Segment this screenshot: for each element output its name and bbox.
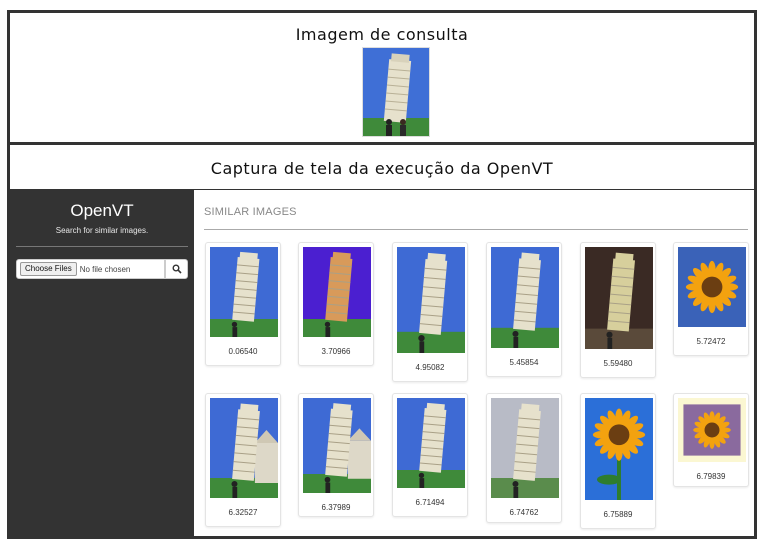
result-image[interactable] bbox=[210, 398, 278, 498]
result-image[interactable] bbox=[585, 247, 653, 349]
result-score: 6.37989 bbox=[321, 503, 351, 512]
result-score: 4.95082 bbox=[415, 363, 445, 372]
query-image-panel: Imagem de consulta bbox=[7, 10, 757, 144]
result-score: 6.74762 bbox=[509, 508, 539, 517]
result-image[interactable] bbox=[397, 398, 465, 488]
file-status-text: No file chosen bbox=[79, 264, 131, 274]
choose-files-button[interactable]: Choose Files bbox=[20, 262, 77, 276]
result-score: 5.72472 bbox=[696, 337, 726, 346]
result-card[interactable]: 5.59480 bbox=[580, 242, 656, 378]
result-card[interactable]: 6.74762 bbox=[486, 393, 562, 523]
result-card[interactable]: 6.75889 bbox=[580, 393, 656, 529]
result-image[interactable] bbox=[491, 247, 559, 348]
result-score: 6.32527 bbox=[228, 508, 258, 517]
results-area: SIMILAR IMAGES 0.06540 3.70966 4.95082 5… bbox=[194, 190, 754, 536]
result-score: 6.71494 bbox=[415, 498, 445, 507]
result-image[interactable] bbox=[678, 398, 746, 462]
result-image[interactable] bbox=[303, 398, 371, 493]
result-score: 5.45854 bbox=[509, 358, 539, 367]
sidebar-divider bbox=[16, 246, 188, 247]
app-tagline: Search for similar images. bbox=[55, 226, 149, 235]
caption-panel: Captura de tela da execução da OpenVT bbox=[7, 142, 757, 190]
result-score: 5.59480 bbox=[603, 359, 633, 368]
result-score: 0.06540 bbox=[228, 347, 258, 356]
result-image[interactable] bbox=[397, 247, 465, 353]
result-image[interactable] bbox=[678, 247, 746, 327]
result-score: 3.70966 bbox=[321, 347, 351, 356]
search-button[interactable] bbox=[165, 259, 188, 279]
result-score: 6.75889 bbox=[603, 510, 633, 519]
result-image[interactable] bbox=[303, 247, 371, 337]
query-image-title: Imagem de consulta bbox=[295, 25, 469, 44]
app-window: OpenVT Search for similar images. Choose… bbox=[7, 189, 757, 539]
sidebar: OpenVT Search for similar images. Choose… bbox=[10, 190, 194, 536]
result-image[interactable] bbox=[210, 247, 278, 337]
result-card[interactable]: 0.06540 bbox=[205, 242, 281, 366]
similar-images-heading: SIMILAR IMAGES bbox=[204, 206, 297, 218]
result-image[interactable] bbox=[585, 398, 653, 500]
result-card[interactable]: 4.95082 bbox=[392, 242, 468, 382]
caption-title: Captura de tela da execução da OpenVT bbox=[210, 159, 554, 178]
result-card[interactable]: 5.72472 bbox=[673, 242, 749, 356]
result-card[interactable]: 5.45854 bbox=[486, 242, 562, 377]
search-icon bbox=[172, 264, 182, 274]
app-brand[interactable]: OpenVT bbox=[10, 201, 194, 221]
file-input[interactable]: Choose Files No file chosen bbox=[16, 259, 165, 279]
result-score: 6.79839 bbox=[696, 472, 726, 481]
result-card[interactable]: 3.70966 bbox=[298, 242, 374, 366]
result-card[interactable]: 6.79839 bbox=[673, 393, 749, 487]
heading-divider bbox=[204, 229, 748, 230]
result-card[interactable]: 6.37989 bbox=[298, 393, 374, 517]
result-card[interactable]: 6.71494 bbox=[392, 393, 468, 517]
query-image bbox=[362, 47, 430, 137]
result-image[interactable] bbox=[491, 398, 559, 498]
result-card[interactable]: 6.32527 bbox=[205, 393, 281, 527]
